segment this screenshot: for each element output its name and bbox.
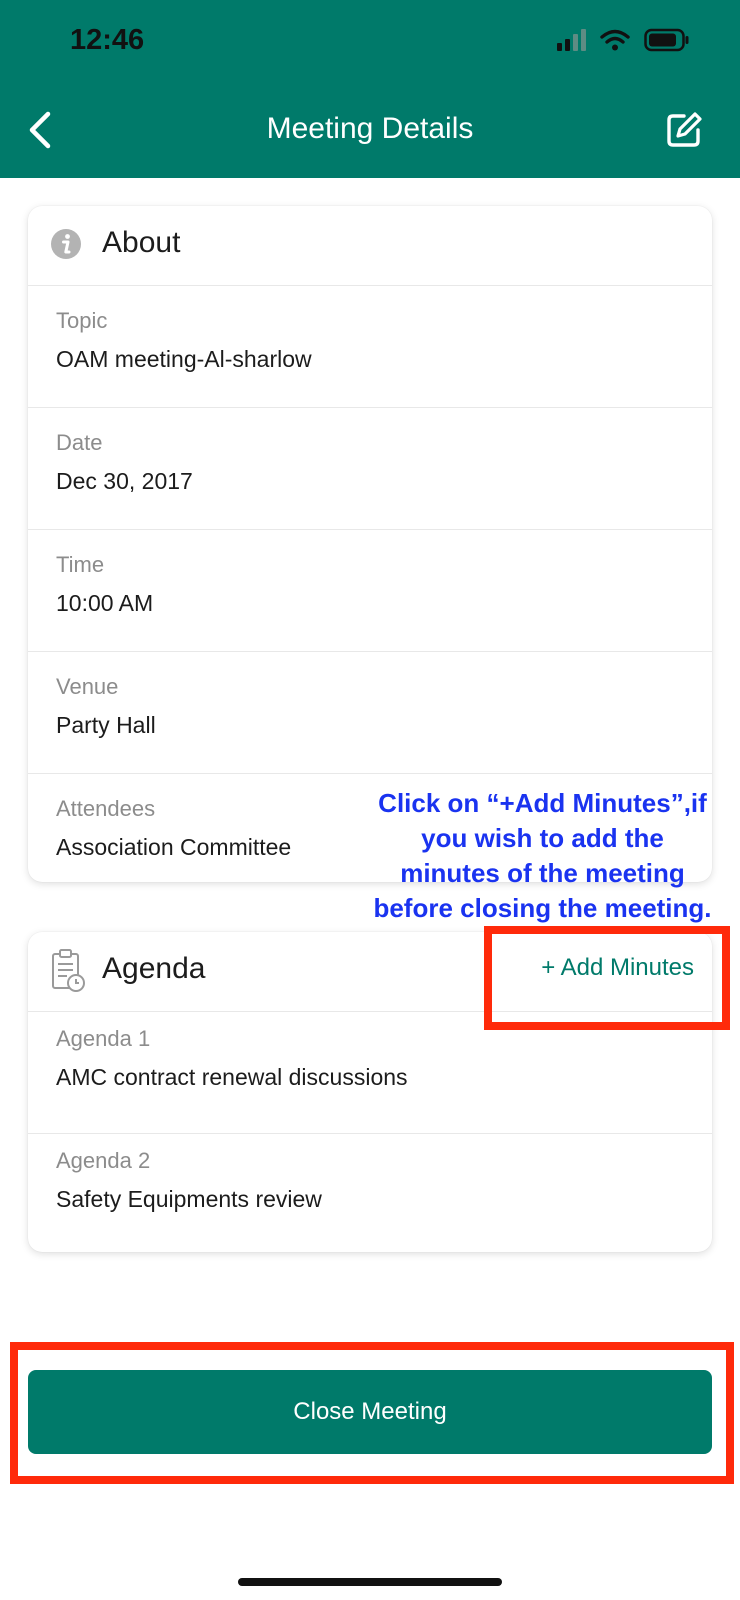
about-title: About xyxy=(102,226,181,259)
status-icons xyxy=(557,28,690,52)
annotation-line: before closing the meeting. xyxy=(373,893,712,923)
info-icon xyxy=(51,229,81,259)
agenda-item-label: Agenda 1 xyxy=(56,1026,151,1051)
annotation-line: Click on “+Add Minutes”,if xyxy=(378,788,707,818)
meeting-details-screen: 12:46 Meeting Details About Topic OAM me… xyxy=(0,0,740,1600)
field-value: 10:00 AM xyxy=(56,590,154,616)
about-card: About Topic OAM meeting-Al-sharlow Date … xyxy=(28,206,712,882)
agenda-item-value: Safety Equipments review xyxy=(56,1186,322,1212)
field-venue: Venue Party Hall xyxy=(28,652,712,774)
field-value: Dec 30, 2017 xyxy=(56,468,193,494)
app-header: 12:46 Meeting Details xyxy=(0,0,740,178)
field-label: Attendees xyxy=(56,796,156,821)
field-time: Time 10:00 AM xyxy=(28,530,712,652)
close-meeting-highlight xyxy=(10,1342,734,1484)
wifi-icon xyxy=(600,29,630,51)
field-value: Party Hall xyxy=(56,712,156,738)
field-value: Association Committee xyxy=(56,834,292,860)
field-date: Date Dec 30, 2017 xyxy=(28,408,712,530)
field-label: Venue xyxy=(56,674,119,699)
page-title: Meeting Details xyxy=(266,112,474,145)
field-label: Time xyxy=(56,552,105,577)
field-value: OAM meeting-Al-sharlow xyxy=(56,346,312,372)
battery-icon xyxy=(644,28,689,52)
agenda-title: Agenda xyxy=(102,952,206,985)
chevron-left-icon xyxy=(29,111,51,149)
annotation-line: minutes of the meeting xyxy=(400,858,685,888)
edit-icon xyxy=(667,112,702,147)
agenda-item: Agenda 2 Safety Equipments review xyxy=(28,1134,712,1256)
agenda-item-label: Agenda 2 xyxy=(56,1148,151,1173)
clipboard-clock-icon xyxy=(52,949,85,992)
status-time: 12:46 xyxy=(70,24,145,56)
agenda-item: Agenda 1 AMC contract renewal discussion… xyxy=(28,1012,712,1134)
tutorial-annotation: Click on “+Add Minutes”,if you wish to a… xyxy=(350,786,735,926)
field-label: Date xyxy=(56,430,103,455)
edit-button[interactable] xyxy=(664,110,704,150)
back-button[interactable] xyxy=(22,108,62,152)
field-label: Topic xyxy=(56,308,108,333)
field-topic: Topic OAM meeting-Al-sharlow xyxy=(28,286,712,408)
about-card-header: About xyxy=(28,206,712,286)
home-indicator xyxy=(238,1578,502,1586)
agenda-item-value: AMC contract renewal discussions xyxy=(56,1064,408,1090)
cellular-signal-icon xyxy=(557,29,586,51)
annotation-line: you wish to add the xyxy=(421,823,664,853)
add-minutes-highlight xyxy=(484,926,730,1030)
